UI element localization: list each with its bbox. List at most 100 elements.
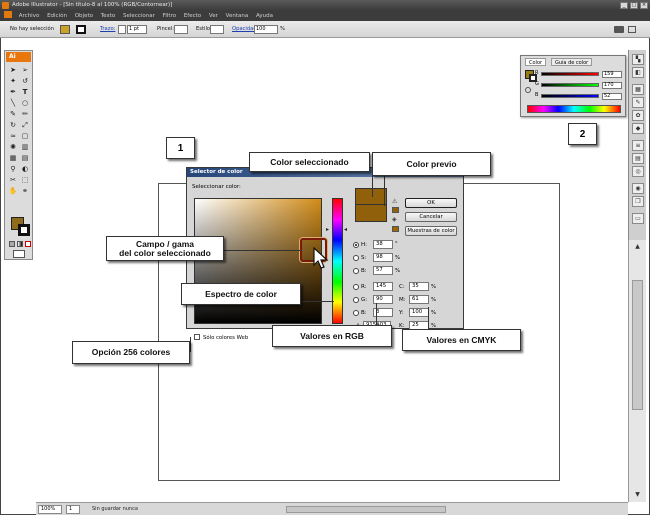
menu-seleccionar[interactable]: Seleccionar [120, 11, 158, 21]
gradient-icon[interactable]: ▤ [20, 154, 30, 163]
scissors-icon[interactable]: ✂ [8, 176, 18, 185]
screen-mode-icon[interactable] [13, 250, 25, 258]
cancel-button[interactable]: Cancelar [405, 212, 457, 222]
panel-menu-icon[interactable] [628, 26, 636, 33]
hue-spectrum-slider[interactable] [332, 198, 343, 324]
vertical-scrollbar[interactable]: ▲ ▼ [628, 240, 646, 502]
free-transform-icon[interactable]: ▢ [20, 132, 30, 141]
yellow-field[interactable]: 100 [409, 308, 429, 317]
menu-filtro[interactable]: Filtro [160, 11, 179, 21]
align-panel-icon[interactable]: ▭ [632, 213, 644, 224]
type-icon[interactable]: T [20, 88, 30, 97]
maximize-button[interactable]: □ [630, 2, 638, 9]
style-dropdown[interactable] [210, 25, 224, 34]
graph-icon[interactable]: ▥ [20, 143, 30, 152]
out-of-gamut-warning-icon[interactable]: ⚠ [392, 198, 399, 205]
gamut-color-swatch[interactable] [392, 207, 399, 213]
stroke-link[interactable]: Trazo: [100, 25, 115, 34]
page-field[interactable]: 1 [66, 505, 80, 514]
radio-green[interactable] [353, 297, 359, 303]
color-guide-icon[interactable]: ◧ [632, 67, 644, 78]
ellipse-icon[interactable]: ○ [20, 99, 30, 108]
gradient-mode-icon[interactable] [17, 241, 23, 247]
line-icon[interactable]: ╲ [8, 99, 18, 108]
channel-value-g[interactable]: 170 [602, 82, 622, 89]
web-colors-checkbox[interactable] [194, 334, 200, 340]
web-colors-option[interactable]: Sólo colores Web [194, 334, 248, 341]
menu-ayuda[interactable]: Ayuda [253, 11, 276, 21]
stroke-weight-field[interactable]: 1 pt [127, 25, 147, 34]
hue-field[interactable]: 38 [373, 240, 393, 249]
pencil-icon[interactable]: ✏ [20, 110, 30, 119]
spectrum-pointer-right-icon[interactable]: ◂ [344, 226, 347, 233]
opacity-field[interactable]: 100 [254, 25, 278, 34]
horizontal-scroll-thumb[interactable] [286, 506, 446, 513]
symbols-panel-icon[interactable]: ✿ [632, 110, 644, 121]
radio-blue[interactable] [353, 310, 359, 316]
rotate-icon[interactable]: ↻ [8, 121, 18, 130]
artboard-icon[interactable]: ⬚ [20, 176, 30, 185]
blend-icon[interactable]: ◐ [20, 165, 30, 174]
color-spectrum-bar[interactable] [527, 105, 621, 113]
menu-ventana[interactable]: Ventana [223, 11, 252, 21]
radio-red[interactable] [353, 284, 359, 290]
color-mode-icon[interactable] [9, 241, 15, 247]
stroke-panel-icon[interactable]: ≡ [632, 140, 644, 151]
web-safe-color-swatch[interactable] [392, 226, 399, 232]
saturation-field[interactable]: 98 [373, 253, 393, 262]
tab-color-guide[interactable]: Guía de color [551, 58, 593, 66]
zoom-field[interactable]: 100% [38, 505, 62, 514]
channel-slider-b[interactable] [541, 94, 599, 98]
menu-texto[interactable]: Texto [98, 11, 119, 21]
layers-panel-icon[interactable]: ❐ [632, 196, 644, 207]
menu-objeto[interactable]: Objeto [72, 11, 96, 21]
scroll-up-icon[interactable]: ▲ [633, 242, 642, 251]
graphic-styles-icon[interactable]: ◆ [632, 123, 644, 134]
magic-wand-icon[interactable]: ✦ [8, 77, 18, 86]
none-mode-icon[interactable] [25, 241, 31, 247]
brush-dropdown[interactable] [174, 25, 188, 34]
transparency-panel-icon[interactable]: ◎ [632, 166, 644, 177]
paintbrush-icon[interactable]: ✎ [8, 110, 18, 119]
stroke-swatch[interactable] [18, 224, 30, 236]
fill-color-swatch[interactable] [60, 25, 70, 34]
menu-edicion[interactable]: Edición [44, 11, 70, 21]
scale-icon[interactable]: ⤢ [20, 121, 30, 130]
appearance-panel-icon[interactable]: ◉ [632, 183, 644, 194]
menu-archivo[interactable]: Archivo [16, 11, 43, 21]
stroke-stepper[interactable] [118, 25, 126, 34]
brightness-field[interactable]: 57 [373, 266, 393, 275]
swatches-panel-icon[interactable]: ▦ [632, 84, 644, 95]
ok-button[interactable]: OK [405, 198, 457, 208]
magenta-field[interactable]: 61 [409, 295, 429, 304]
stroke-color-swatch[interactable] [76, 25, 86, 34]
mesh-icon[interactable]: ▦ [8, 154, 18, 163]
cyan-field[interactable]: 35 [409, 282, 429, 291]
color-panel-icon[interactable]: ▚ [632, 54, 644, 65]
radio-brightness[interactable] [353, 268, 359, 274]
pen-icon[interactable]: ✒ [8, 88, 18, 97]
gradient-panel-icon[interactable]: ▤ [632, 153, 644, 164]
web-safe-warning-icon[interactable]: ◈ [392, 216, 399, 223]
channel-value-r[interactable]: 159 [602, 71, 622, 78]
close-button[interactable]: × [640, 2, 648, 9]
scroll-thumb[interactable] [632, 280, 643, 410]
selection-arrow-icon[interactable]: ➤ [8, 66, 18, 75]
channel-value-b[interactable]: 52 [602, 93, 622, 100]
menu-ver[interactable]: Ver [206, 11, 221, 21]
radio-hue[interactable] [353, 242, 359, 248]
scroll-down-icon[interactable]: ▼ [633, 490, 642, 499]
tab-color[interactable]: Color [525, 58, 547, 66]
workspace-switcher-icon[interactable] [614, 26, 624, 33]
warp-icon[interactable]: ≈ [8, 132, 18, 141]
minimize-button[interactable]: _ [620, 2, 628, 9]
swatches-button[interactable]: Muestras de color [405, 226, 457, 236]
hand-icon[interactable]: ✋ [8, 187, 18, 196]
spectrum-pointer-left-icon[interactable]: ▸ [326, 226, 329, 233]
lasso-icon[interactable]: ↺ [20, 77, 30, 86]
channel-slider-g[interactable] [541, 83, 599, 87]
direct-select-icon[interactable]: ➢ [20, 66, 30, 75]
channel-slider-r[interactable] [541, 72, 599, 76]
swap-colors-icon[interactable] [525, 87, 531, 93]
zoom-icon[interactable]: ⚭ [20, 187, 30, 196]
